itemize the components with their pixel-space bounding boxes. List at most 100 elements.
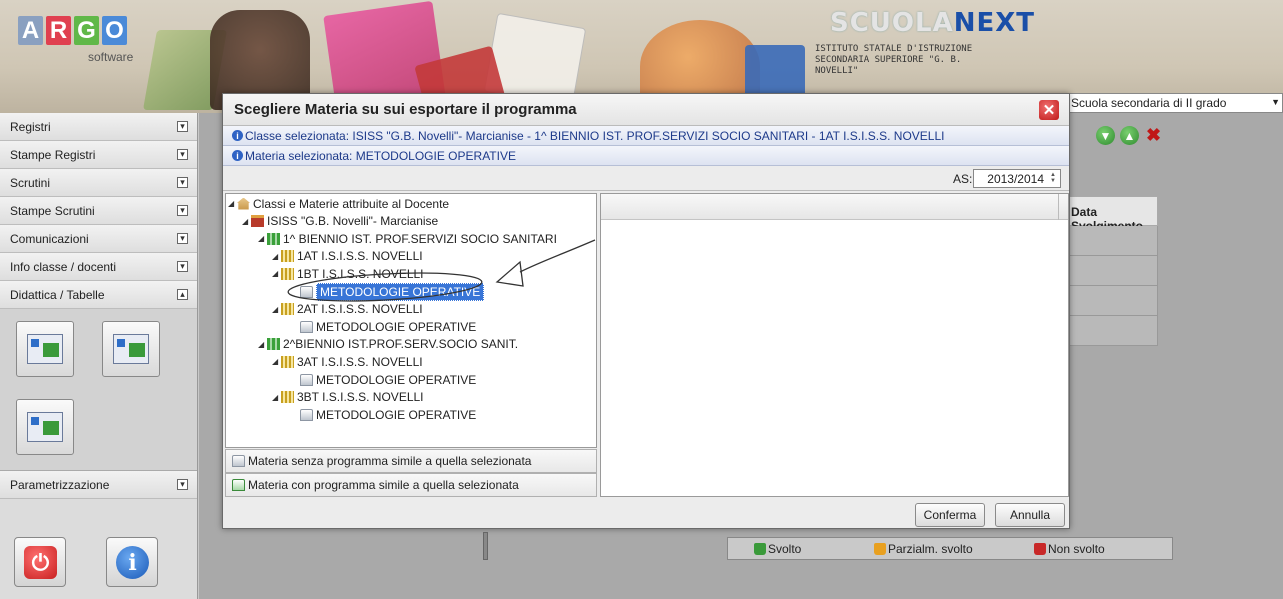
move-down-button[interactable]: ▼	[1096, 126, 1115, 145]
delete-button[interactable]: ✖	[1144, 125, 1163, 145]
legend-no-program: Materia senza programma simile a quella …	[225, 449, 597, 473]
legend-with-program-text: Materia con programma simile a quella se…	[248, 478, 519, 492]
subject-icon	[300, 408, 313, 421]
product-logo-part1: SCUOLA	[830, 8, 954, 38]
expand-icon[interactable]: ▾	[177, 479, 188, 490]
class-icon	[281, 267, 294, 280]
confirm-button[interactable]: Conferma	[915, 503, 985, 527]
expand-triangle-icon[interactable]: ◢	[258, 340, 267, 349]
logo-letter: G	[74, 16, 99, 45]
selected-subject-text: Materia selezionata: METODOLOGIE OPERATI…	[245, 148, 516, 163]
registro-tile[interactable]	[102, 321, 160, 377]
grafico-tile[interactable]	[16, 399, 74, 455]
sidebar-item-label: Didattica / Tabelle	[10, 287, 105, 302]
expand-triangle-icon[interactable]: ◢	[272, 252, 281, 261]
tree-node-label: Classi e Materie attribuite al Docente	[253, 196, 450, 211]
tree-node[interactable]: ◢ 3AT I.S.I.S.S. NOVELLI	[272, 353, 423, 370]
expand-triangle-icon[interactable]: ◢	[272, 357, 281, 366]
move-up-button[interactable]: ▲	[1120, 126, 1139, 145]
tree-node-label: 1^ BIENNIO IST. PROF.SERVIZI SOCIO SANIT…	[283, 231, 557, 246]
collapse-icon[interactable]: ▴	[177, 289, 188, 300]
sidebar-item-comunicazioni[interactable]: Comunicazioni ▾	[0, 225, 197, 253]
sidebar-item-label: Registri	[10, 119, 51, 134]
tree-subject-node[interactable]: METODOLOGIE OPERATIVE	[300, 371, 476, 388]
sidebar-item-registri[interactable]: Registri ▾	[0, 113, 197, 141]
tree-node-label: 1BT I.S.I.S.S. NOVELLI	[297, 266, 424, 281]
sidebar-item-didattica[interactable]: Didattica / Tabelle ▴	[0, 281, 197, 309]
tree-subject-node[interactable]: METODOLOGIE OPERATIVE	[300, 318, 476, 335]
table-row	[1066, 316, 1158, 346]
class-icon	[281, 250, 294, 263]
tree-node-label: 3BT I.S.I.S.S. NOVELLI	[297, 390, 424, 405]
subject-icon	[300, 320, 313, 333]
column-divider	[1058, 194, 1059, 220]
sidebar-item-stampe-scrutini[interactable]: Stampe Scrutini ▾	[0, 197, 197, 225]
sidebar-item-label: Info classe / docenti	[10, 259, 117, 274]
tree-node-label: 1AT I.S.I.S.S. NOVELLI	[297, 249, 423, 264]
sidebar-item-scrutini[interactable]: Scrutini ▾	[0, 169, 197, 197]
selected-subject-info: i Materia selezionata: METODOLOGIE OPERA…	[223, 146, 1069, 166]
biennio-icon	[267, 338, 280, 351]
expand-icon[interactable]: ▾	[177, 261, 188, 272]
close-icon[interactable]: ✕	[1039, 100, 1059, 120]
selected-class-info: i Classe selezionata: ISISS "G.B. Novell…	[223, 126, 1069, 146]
expand-triangle-icon[interactable]: ◢	[258, 234, 267, 243]
expand-triangle-icon[interactable]: ◢	[272, 305, 281, 314]
splitter-handle[interactable]	[483, 532, 488, 560]
school-icon	[251, 215, 264, 228]
school-year-label: AS:	[953, 172, 973, 186]
status-partial: Parzialm. svolto	[874, 542, 1034, 556]
school-year-spinner[interactable]: 2013/2014 ▲ ▼	[973, 169, 1061, 188]
dialog-title-text: Scegliere Materia su sui esportare il pr…	[234, 101, 577, 118]
info-button[interactable]: i	[106, 537, 158, 587]
status-not-done-label: Non svolto	[1048, 541, 1105, 556]
legend-with-program: Materia con programma simile a quella se…	[225, 473, 597, 497]
subject-with-program-icon	[232, 479, 245, 491]
sidebar-item-parametrizzazione[interactable]: Parametrizzazione ▾	[0, 471, 197, 499]
tree-node[interactable]: ◢ 3BT I.S.I.S.S. NOVELLI	[272, 389, 424, 406]
sidebar-item-label: Stampe Registri	[10, 147, 96, 162]
subject-icon	[232, 455, 245, 467]
tree-subject-node[interactable]: METODOLOGIE OPERATIVE	[300, 406, 476, 423]
programmazione-tile[interactable]	[16, 321, 74, 377]
expand-triangle-icon[interactable]: ◢	[228, 199, 237, 208]
tree-subject-node[interactable]: METODOLOGIE OPERATIVE	[300, 282, 485, 301]
tree-node[interactable]: ◢ Classi e Materie attribuite al Docente	[228, 195, 449, 212]
school-type-select[interactable]: Scuola secondaria di II grado ▼	[1066, 93, 1283, 113]
power-icon: ⏻	[24, 546, 57, 579]
expand-icon[interactable]: ▾	[177, 149, 188, 160]
cancel-button[interactable]: Annulla	[995, 503, 1065, 527]
expand-icon[interactable]: ▾	[177, 177, 188, 188]
tree-node[interactable]: ◢ ISISS "G.B. Novelli"- Marcianise	[242, 213, 438, 230]
program-table	[600, 193, 1069, 497]
tree-node[interactable]: ◢ 2^BIENNIO IST.PROF.SERV.SOCIO SANIT.	[258, 336, 518, 353]
status-not-done-icon	[1034, 542, 1046, 555]
table-column-header: Data Svolgimento	[1066, 196, 1158, 233]
expand-icon[interactable]: ▾	[177, 233, 188, 244]
table-row	[1066, 286, 1158, 316]
tree-node-label: 2AT I.S.I.S.S. NOVELLI	[297, 302, 423, 317]
logout-button[interactable]: ⏻	[14, 537, 66, 587]
tree-node-label: METODOLOGIE OPERATIVE	[316, 282, 485, 301]
tree-node[interactable]: ◢ 2AT I.S.I.S.S. NOVELLI	[272, 301, 423, 318]
table-header	[601, 194, 1068, 220]
sidebar-item-label: Parametrizzazione	[10, 477, 110, 492]
tree-node[interactable]: ◢ 1AT I.S.I.S.S. NOVELLI	[272, 248, 423, 265]
spinner-arrows-icon[interactable]: ▲ ▼	[1048, 172, 1058, 184]
expand-icon[interactable]: ▾	[177, 121, 188, 132]
root-icon	[237, 197, 250, 210]
institute-line: NOVELLI"	[815, 66, 859, 76]
selected-class-text: Classe selezionata: ISISS "G.B. Novelli"…	[245, 128, 945, 143]
sidebar-item-info-classe[interactable]: Info classe / docenti ▾	[0, 253, 197, 281]
sidebar-item-stampe-registri[interactable]: Stampe Registri ▾	[0, 141, 197, 169]
main-toolbar: ▼ ▲ ✖	[1066, 120, 1266, 150]
tree-node[interactable]: ◢ 1^ BIENNIO IST. PROF.SERVIZI SOCIO SANI…	[258, 230, 557, 247]
expand-triangle-icon[interactable]: ◢	[272, 393, 281, 402]
expand-triangle-icon[interactable]: ◢	[242, 217, 251, 226]
status-done: Svolto	[754, 542, 874, 556]
sidebar-item-label: Stampe Scrutini	[10, 203, 95, 218]
tree-node-label: METODOLOGIE OPERATIVE	[316, 319, 477, 334]
expand-icon[interactable]: ▾	[177, 205, 188, 216]
tree-node[interactable]: ◢ 1BT I.S.I.S.S. NOVELLI	[272, 265, 424, 282]
expand-triangle-icon[interactable]: ◢	[272, 269, 281, 278]
